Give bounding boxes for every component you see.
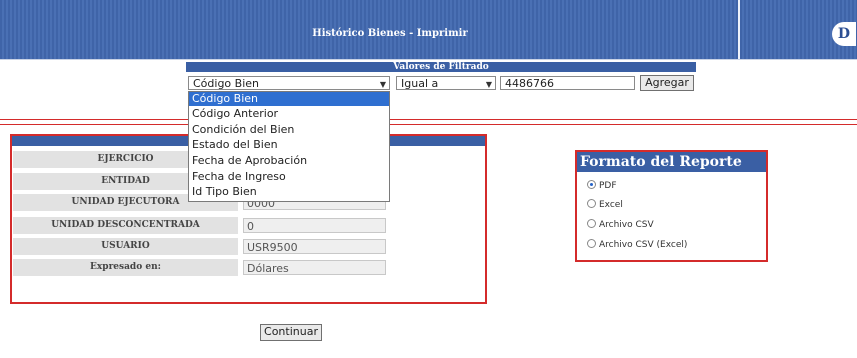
- filter-value-input[interactable]: 4486766: [500, 76, 635, 90]
- filter-operator-value: Igual a: [401, 77, 439, 90]
- page-title: Histórico Bienes - Imprimir: [312, 28, 468, 39]
- radio-pdf[interactable]: [587, 180, 596, 189]
- chevron-down-icon: ▼: [485, 80, 492, 89]
- dropdown-option-estado[interactable]: Estado del Bien: [189, 138, 389, 152]
- dropdown-option-id-tipo-bien[interactable]: Id Tipo Bien: [189, 185, 389, 199]
- radio-label-csv-excel: Archivo CSV (Excel): [599, 240, 688, 250]
- radio-label-pdf: PDF: [599, 181, 617, 191]
- add-filter-button[interactable]: Agregar: [640, 75, 694, 91]
- param-value-usuario[interactable]: USR9500: [243, 239, 386, 254]
- radio-label-csv: Archivo CSV: [599, 220, 654, 230]
- radio-csv[interactable]: [587, 219, 596, 228]
- filter-field-value: Código Bien: [193, 77, 259, 90]
- report-format-title: Formato del Reporte: [577, 152, 766, 172]
- dropdown-option-codigo-bien[interactable]: Código Bien: [189, 92, 389, 106]
- filter-field-dropdown-list: Código Bien Código Anterior Condición de…: [188, 91, 390, 202]
- section-divider: [0, 119, 857, 120]
- param-label-usuario: USUARIO: [13, 238, 238, 255]
- radio-excel[interactable]: [587, 199, 596, 208]
- dropdown-option-condicion[interactable]: Condición del Bien: [189, 123, 389, 137]
- param-label-unidad-desconcentrada: UNIDAD DESCONCENTRADA: [13, 217, 238, 234]
- param-value-expresado[interactable]: Dólares: [243, 260, 386, 275]
- filter-value-text: 4486766: [505, 77, 554, 90]
- section-divider: [0, 124, 857, 125]
- dropdown-option-fecha-aprobacion[interactable]: Fecha de Aprobación: [189, 154, 389, 168]
- filter-field-select[interactable]: Código Bien ▼: [188, 76, 390, 90]
- dropdown-option-codigo-anterior[interactable]: Código Anterior: [189, 107, 389, 121]
- dropdown-option-fecha-ingreso[interactable]: Fecha de Ingreso: [189, 170, 389, 184]
- filter-section-title: Valores de Filtrado: [186, 62, 696, 72]
- radio-csv-excel[interactable]: [587, 239, 596, 248]
- filter-operator-select[interactable]: Igual a ▼: [396, 76, 496, 90]
- continue-button[interactable]: Continuar: [260, 324, 322, 341]
- banner-divider: [738, 0, 740, 59]
- radio-label-excel: Excel: [599, 200, 623, 210]
- chevron-down-icon: ▼: [379, 80, 386, 89]
- param-label-expresado: Expresado en:: [13, 259, 238, 276]
- logo-icon: D: [832, 22, 856, 46]
- param-value-unidad-desconcentrada[interactable]: 0: [243, 218, 386, 233]
